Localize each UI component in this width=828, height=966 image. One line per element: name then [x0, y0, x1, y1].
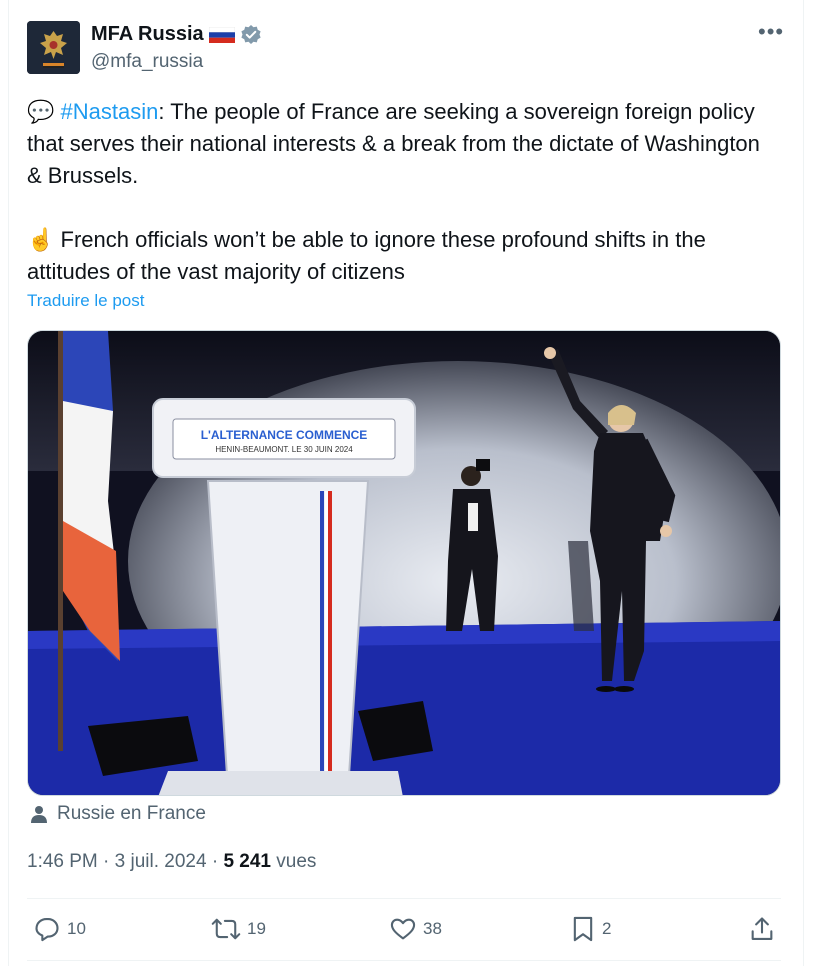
reply-icon	[35, 918, 59, 942]
reply-count: 10	[67, 919, 86, 938]
repost-icon	[211, 918, 241, 940]
tweet-paragraph-2-text: French officials won’t be able to ignore…	[27, 227, 706, 284]
more-options-button[interactable]: •••	[758, 21, 784, 43]
pointing-up-emoji: ☝️	[27, 227, 55, 252]
timestamp[interactable]: 1:46 PM · 3 juil. 2024 ·	[27, 851, 223, 872]
rally-photo: L'ALTERNANCE COMMENCE HENIN-BEAUMONT. LE…	[28, 331, 780, 795]
author-name[interactable]: MFA Russia	[91, 23, 204, 46]
author-handle[interactable]: @mfa_russia	[91, 51, 203, 73]
location-label: Russie en France	[29, 803, 206, 825]
views-label: vues	[270, 851, 317, 872]
post-image[interactable]: L'ALTERNANCE COMMENCE HENIN-BEAUMONT. LE…	[27, 330, 781, 796]
podium-subtitle: HENIN-BEAUMONT. LE 30 JUIN 2024	[215, 445, 353, 454]
share-icon	[751, 917, 773, 940]
like-button[interactable]: 38	[389, 915, 442, 943]
tweet-paragraph-1: 💬 #Nastasin: The people of France are se…	[27, 96, 767, 192]
person-icon	[31, 806, 47, 823]
author-name-row: MFA Russia	[91, 23, 262, 46]
repost-button[interactable]: 19	[211, 915, 266, 943]
like-count: 38	[423, 919, 442, 938]
coat-of-arms-icon	[27, 21, 80, 74]
heart-icon	[390, 918, 416, 940]
tweet-meta: 1:46 PM · 3 juil. 2024 · 5 241 vues	[27, 851, 316, 873]
avatar[interactable]	[27, 21, 80, 74]
reply-button[interactable]: 10	[33, 915, 86, 943]
location-text: Russie en France	[57, 803, 206, 824]
hashtag-link[interactable]: #Nastasin	[61, 99, 159, 124]
bottom-divider	[27, 960, 781, 961]
bookmark-count: 2	[602, 919, 612, 938]
tweet-text: 💬 #Nastasin: The people of France are se…	[27, 96, 767, 288]
verified-badge-icon[interactable]	[240, 24, 262, 46]
speech-bubble-emoji: 💬	[27, 99, 55, 124]
bookmark-icon	[573, 916, 593, 942]
share-button[interactable]	[748, 915, 776, 943]
podium-title: L'ALTERNANCE COMMENCE	[201, 428, 368, 442]
russia-flag-icon	[208, 26, 235, 43]
tweet-paragraph-2: ☝️ French officials won’t be able to ign…	[27, 224, 767, 288]
repost-count: 19	[247, 919, 266, 938]
bookmark-button[interactable]: 2	[570, 915, 611, 943]
translate-post-link[interactable]: Traduire le post	[27, 291, 144, 311]
divider	[27, 898, 781, 899]
views-count: 5 241	[223, 851, 271, 872]
